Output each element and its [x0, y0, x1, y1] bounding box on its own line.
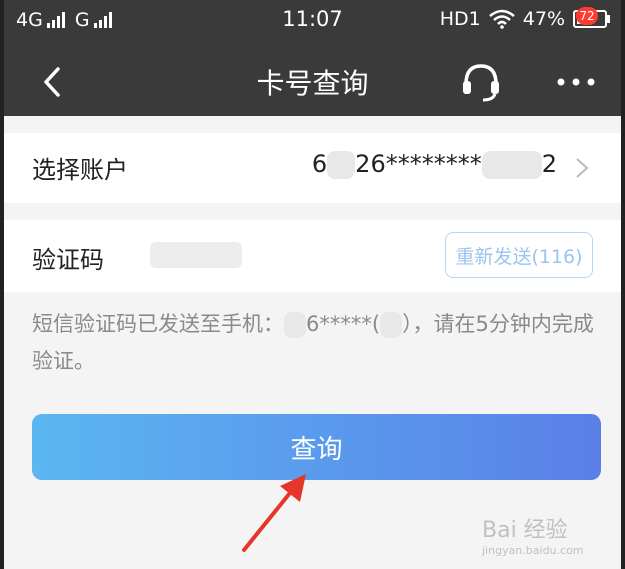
hd-label: HD1	[439, 8, 481, 30]
account-number-suffix: 2	[541, 150, 557, 178]
battery-percent: 47%	[522, 8, 565, 30]
nav-bar: 卡号查询	[4, 44, 621, 116]
redaction-blur	[327, 151, 356, 179]
account-number-prefix: 6	[311, 150, 328, 178]
headset-icon[interactable]	[459, 60, 503, 102]
select-account-label: 选择账户	[32, 156, 128, 184]
hint-text-before: 短信验证码已发送至手机：	[32, 312, 284, 336]
verification-code-row: 验证码 重新发送(116)	[4, 220, 621, 292]
watermark-brand: Bai 经验	[482, 518, 568, 543]
account-number-middle: 26********	[355, 150, 482, 178]
chevron-right-icon	[576, 158, 589, 178]
hint-masked-phone: 6*****(	[306, 312, 381, 336]
verification-code-label: 验证码	[32, 246, 104, 274]
verification-code-input[interactable]	[144, 236, 428, 278]
wifi-icon	[488, 9, 515, 29]
query-button[interactable]: 查询	[32, 414, 601, 480]
watermark: Bai 经验 jingyan.baidu.com	[482, 512, 584, 557]
status-bar: 4G G 11:07 HD1 47%	[4, 0, 621, 44]
select-account-row[interactable]: 选择账户 6 26******** 2	[4, 133, 621, 203]
annotation-arrow-icon	[242, 474, 306, 552]
page-title: 卡号查询	[256, 67, 369, 100]
redaction-blur	[284, 312, 306, 338]
resend-button[interactable]: 重新发送(116)	[445, 232, 593, 278]
notification-badge: 72	[576, 7, 598, 25]
sms-hint: 短信验证码已发送至手机： 6*****(），请在5分钟内完成验证。	[32, 306, 612, 380]
redaction-blur	[481, 151, 542, 179]
more-dots-icon[interactable]	[554, 72, 598, 92]
redaction-blur	[380, 312, 403, 338]
watermark-url: jingyan.baidu.com	[482, 544, 584, 557]
account-number: 6 26******** 2	[312, 150, 557, 179]
